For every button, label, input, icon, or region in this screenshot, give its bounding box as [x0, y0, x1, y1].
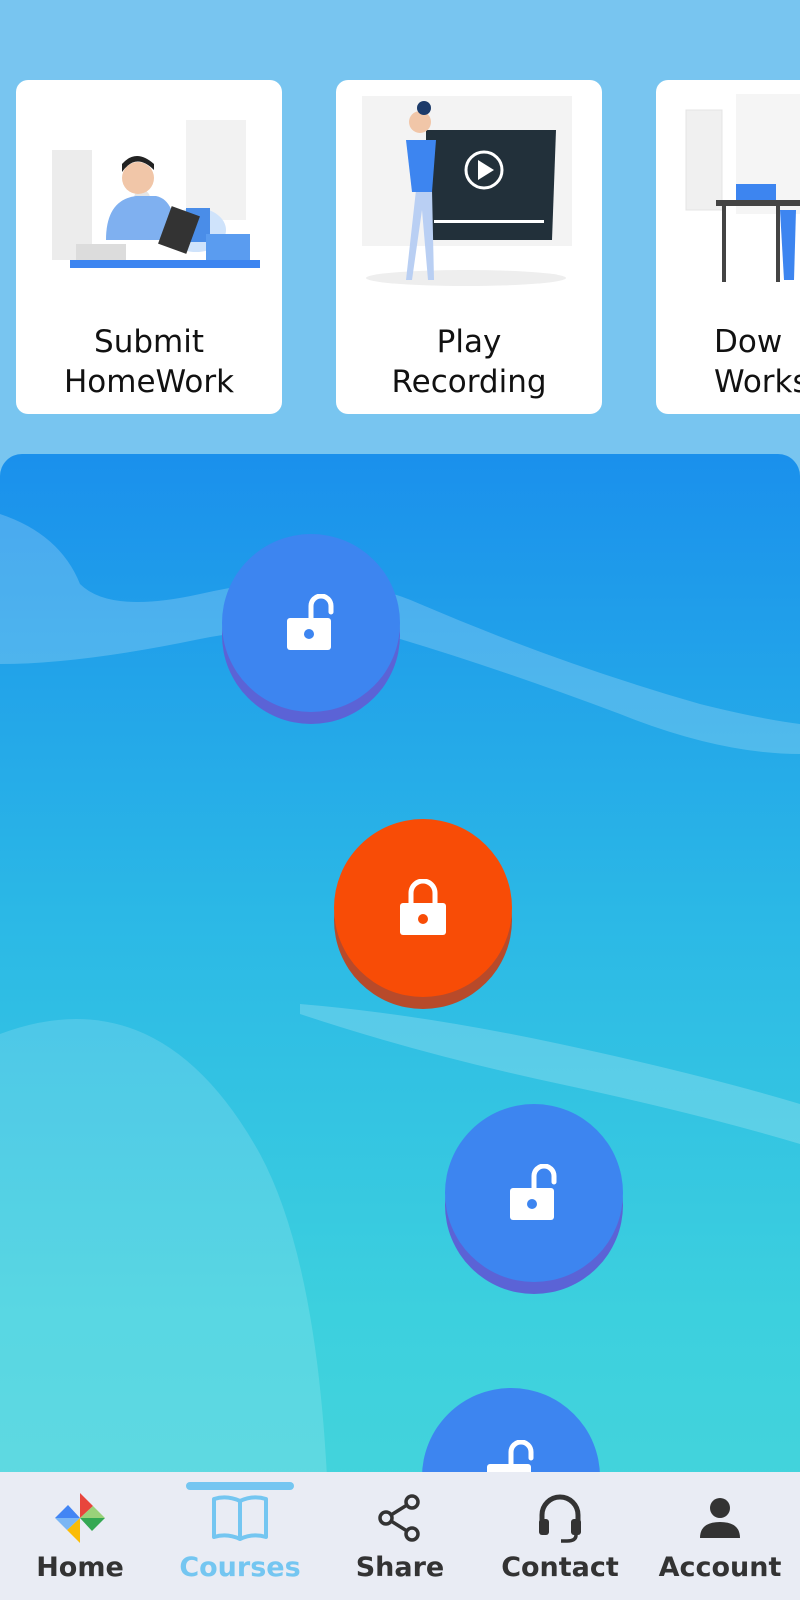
pinwheel-icon [55, 1493, 105, 1543]
nav-label: Courses [179, 1552, 301, 1583]
lock-icon [400, 879, 446, 935]
headset-icon [539, 1494, 581, 1543]
nav-label: Home [36, 1552, 124, 1583]
unlock-icon [287, 594, 334, 650]
video-player-illustration [362, 96, 572, 286]
nav-account[interactable]: Account [640, 1472, 800, 1600]
level-node-3[interactable] [445, 1104, 623, 1294]
book-icon [212, 1495, 268, 1541]
course-path-panel[interactable] [0, 454, 800, 1600]
share-icon [378, 1494, 420, 1542]
student-writing-illustration [52, 120, 260, 268]
active-tab-indicator [186, 1482, 294, 1490]
bottom-navigation: Home Courses Share Contact Account [0, 1472, 800, 1600]
wave-background [0, 514, 800, 1600]
nav-home[interactable]: Home [0, 1472, 160, 1600]
play-recording-card[interactable]: Play Recording [336, 80, 602, 414]
level-node-2[interactable] [334, 819, 512, 1009]
card-title: Submit HomeWork [63, 324, 235, 400]
submit-homework-card[interactable]: Submit HomeWork [16, 80, 282, 414]
person-icon [700, 1498, 740, 1538]
level-node-1[interactable] [222, 534, 400, 724]
nav-contact[interactable]: Contact [480, 1472, 640, 1600]
nav-courses[interactable]: Courses [160, 1472, 320, 1600]
nav-label: Account [658, 1552, 782, 1583]
unlock-icon [510, 1164, 557, 1220]
download-worksheet-card[interactable]: Dow Works [656, 80, 800, 414]
card-title: Play Recording [391, 324, 547, 400]
nav-share[interactable]: Share [320, 1472, 480, 1600]
quick-actions-row: Submit HomeWork Play Recording Dow Works [0, 0, 800, 450]
desk-illustration [685, 94, 800, 282]
nav-label: Share [355, 1552, 445, 1583]
nav-label: Contact [501, 1552, 619, 1583]
card-title: Dow Works [714, 324, 800, 400]
